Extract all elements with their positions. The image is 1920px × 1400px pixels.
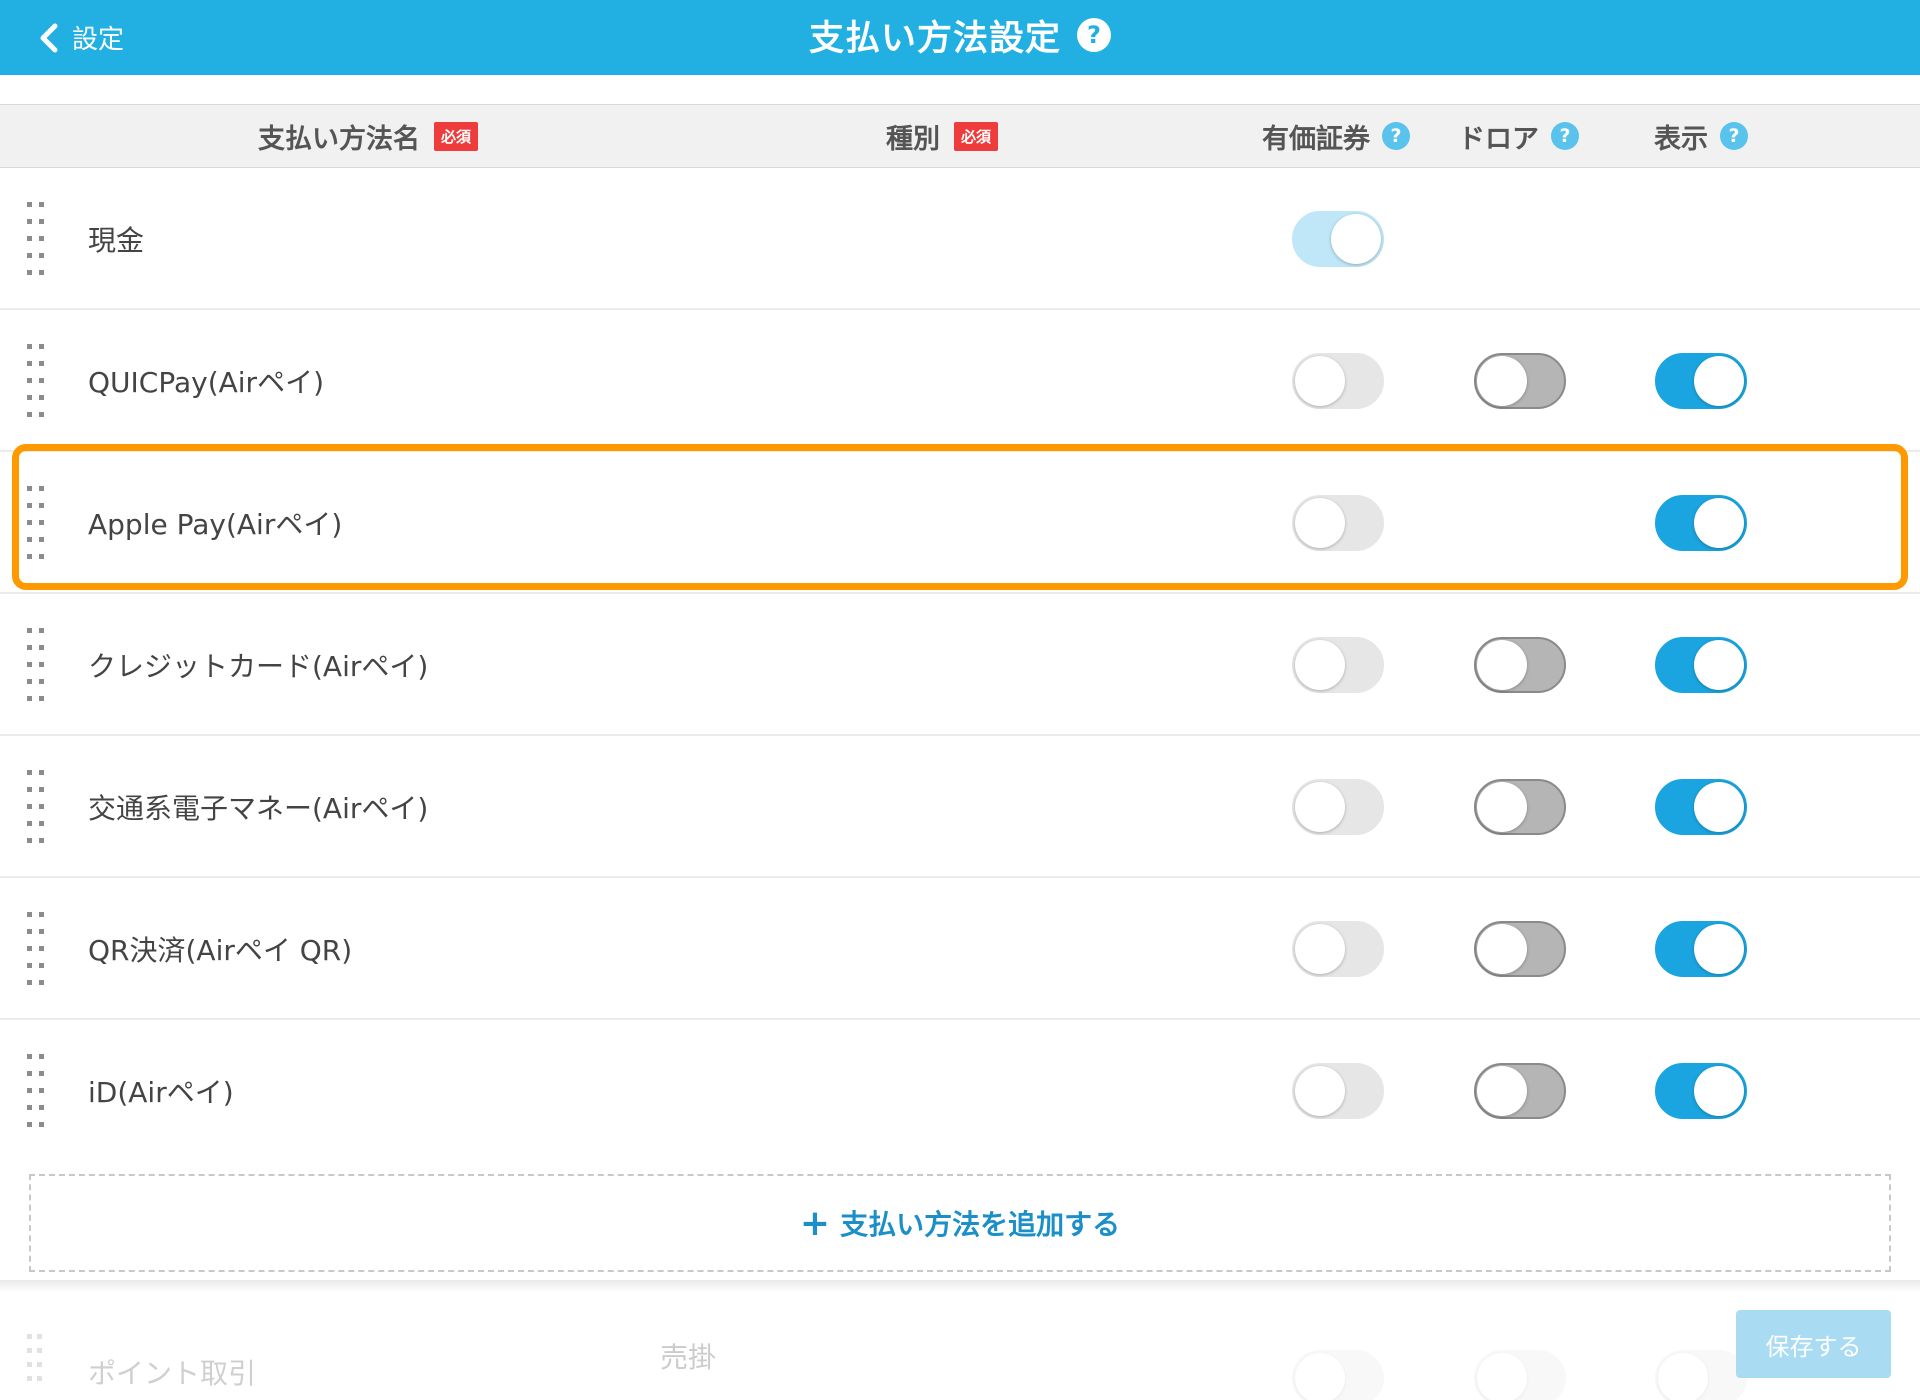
payment-method-name: iD(Airペイ) bbox=[88, 1076, 234, 1109]
col-drawer-label: ドロア bbox=[1458, 123, 1539, 155]
display-toggle[interactable] bbox=[1655, 353, 1747, 409]
display-toggle[interactable] bbox=[1655, 921, 1747, 977]
list-item: Apple Pay(Airペイ) bbox=[0, 452, 1920, 594]
securities-toggle[interactable] bbox=[1292, 353, 1384, 409]
help-icon[interactable]: ? bbox=[1720, 122, 1748, 150]
payment-method-name: Apple Pay(Airペイ) bbox=[88, 508, 343, 541]
drawer-toggle[interactable] bbox=[1474, 1350, 1566, 1400]
col-type-header: 種別 必須 bbox=[886, 105, 999, 167]
payment-method-name: 現金 bbox=[88, 224, 145, 257]
payment-method-name: 交通系電子マネー(Airペイ) bbox=[88, 792, 429, 825]
securities-toggle[interactable] bbox=[1292, 637, 1384, 693]
help-icon[interactable]: ? bbox=[1551, 122, 1579, 150]
securities-toggle[interactable] bbox=[1292, 779, 1384, 835]
drawer-toggle[interactable] bbox=[1474, 1063, 1566, 1119]
page-title: 支払い方法設定 bbox=[808, 18, 1061, 59]
plus-icon: + bbox=[799, 1202, 831, 1244]
drag-handle-icon[interactable] bbox=[27, 344, 49, 418]
securities-toggle[interactable] bbox=[1292, 921, 1384, 977]
col-securities-header: 有価証券 ? bbox=[1262, 105, 1410, 167]
required-badge: 必須 bbox=[434, 121, 479, 151]
payment-method-name: QR決済(Airペイ QR) bbox=[88, 934, 353, 967]
list-item: iD(Airペイ) bbox=[0, 1020, 1920, 1162]
column-header: 支払い方法名 必須 種別 必須 有価証券 ? ドロア ? 表示 ? bbox=[0, 104, 1920, 168]
display-toggle[interactable] bbox=[1655, 1063, 1747, 1119]
drag-handle-icon[interactable] bbox=[27, 628, 49, 702]
display-toggle[interactable] bbox=[1655, 1350, 1747, 1400]
faded-list-item: ポイント取引 売掛 bbox=[0, 1288, 1920, 1400]
display-toggle[interactable] bbox=[1655, 779, 1747, 835]
drawer-toggle[interactable] bbox=[1474, 637, 1566, 693]
drawer-toggle[interactable] bbox=[1474, 921, 1566, 977]
securities-toggle[interactable] bbox=[1292, 1063, 1384, 1119]
add-payment-method-label: 支払い方法を追加する bbox=[840, 1208, 1121, 1241]
col-name-label: 支払い方法名 bbox=[258, 123, 420, 155]
required-badge: 必須 bbox=[954, 121, 999, 151]
help-icon[interactable]: ? bbox=[1382, 122, 1410, 150]
list-item: QUICPay(Airペイ) bbox=[0, 310, 1920, 452]
securities-toggle[interactable] bbox=[1292, 1350, 1384, 1400]
payment-method-name: QUICPay(Airペイ) bbox=[88, 366, 324, 399]
add-payment-method-button[interactable]: + 支払い方法を追加する bbox=[29, 1174, 1891, 1272]
header-bar: 設定 支払い方法設定 ? bbox=[0, 0, 1920, 75]
drag-handle-icon[interactable] bbox=[27, 770, 49, 844]
drag-handle-icon[interactable] bbox=[27, 486, 49, 560]
payment-method-name: クレジットカード(Airペイ) bbox=[88, 650, 429, 683]
help-icon[interactable]: ? bbox=[1077, 18, 1111, 52]
col-type-label: 種別 bbox=[886, 123, 940, 155]
display-toggle[interactable] bbox=[1655, 495, 1747, 551]
add-area: + 支払い方法を追加する bbox=[0, 1156, 1920, 1284]
save-button[interactable]: 保存する bbox=[1736, 1310, 1891, 1378]
list-item: 交通系電子マネー(Airペイ) bbox=[0, 736, 1920, 878]
drawer-toggle[interactable] bbox=[1474, 779, 1566, 835]
col-name-header: 支払い方法名 必須 bbox=[258, 105, 479, 167]
drawer-toggle[interactable] bbox=[1474, 353, 1566, 409]
list-item: クレジットカード(Airペイ) bbox=[0, 594, 1920, 736]
drag-handle-icon[interactable] bbox=[27, 1334, 49, 1394]
drag-handle-icon[interactable] bbox=[27, 912, 49, 986]
securities-toggle[interactable] bbox=[1292, 211, 1384, 267]
securities-toggle[interactable] bbox=[1292, 495, 1384, 551]
drag-handle-icon[interactable] bbox=[27, 202, 49, 276]
drag-handle-icon[interactable] bbox=[27, 1054, 49, 1128]
faded-row-type: 売掛 bbox=[660, 1341, 717, 1374]
list-item: QR決済(Airペイ QR) bbox=[0, 878, 1920, 1020]
col-securities-label: 有価証券 bbox=[1262, 123, 1370, 155]
list-item: 現金 bbox=[0, 168, 1920, 310]
faded-row-name: ポイント取引 bbox=[88, 1357, 257, 1390]
display-toggle[interactable] bbox=[1655, 637, 1747, 693]
col-display-label: 表示 bbox=[1654, 123, 1708, 155]
col-display-header: 表示 ? bbox=[1654, 105, 1748, 167]
col-drawer-header: ドロア ? bbox=[1458, 105, 1579, 167]
